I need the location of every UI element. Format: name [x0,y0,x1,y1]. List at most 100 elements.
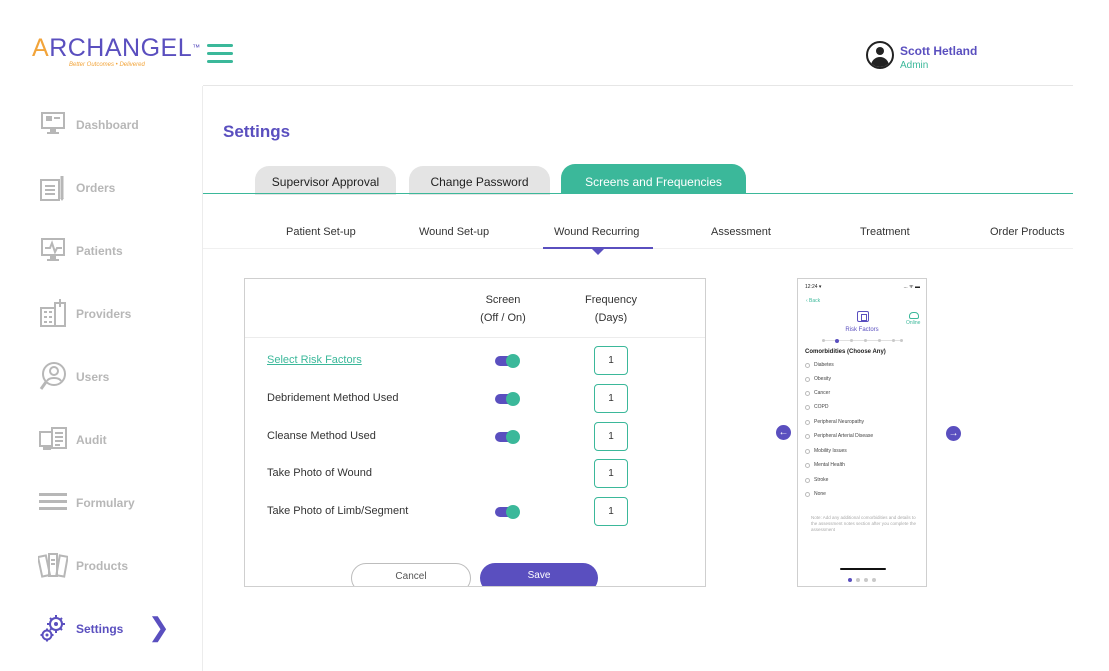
sidebar-item-audit[interactable]: Audit [0,418,203,468]
list-icon [39,493,67,510]
audit-icon [39,427,67,450]
sidebar-item-products[interactable]: Products [0,544,203,594]
phone-option: COPD [805,404,920,412]
tab-change-password[interactable]: Change Password [409,166,550,195]
next-arrow-icon[interactable]: → [946,426,961,441]
monitor-icon [41,112,65,134]
sidebar-item-label: Dashboard [76,118,139,132]
frequency-input[interactable]: 1 [594,497,628,526]
sidebar-item-providers[interactable]: Providers [0,292,203,342]
phone-status-icons: ... ᯤ ▬ [903,284,920,290]
preview-page-dots [848,578,880,582]
sidebar-item-users[interactable]: Users [0,355,203,405]
phone-screen-title: Risk Factors [845,327,879,333]
phone-option: Mobility Issues [805,448,920,456]
sidebar-item-label: Formulary [76,496,135,510]
screens-frequencies-panel: Screen (Off / On) Frequency (Days) Selec… [244,278,706,587]
frequency-input[interactable]: 1 [594,384,628,413]
previous-arrow-icon[interactable]: ← [776,425,791,440]
radio-icon [805,420,810,425]
user-name: Scott Hetland [900,44,978,58]
radio-icon [805,377,810,382]
phone-preview: 12:24 ▾ ... ᯤ ▬ ‹ Back Online Risk Facto… [797,278,927,587]
panel-header-divider [245,337,705,338]
gear-icon [40,615,65,642]
frequency-input[interactable]: 1 [594,346,628,375]
phone-home-indicator [840,568,886,570]
hamburger-menu-icon[interactable] [207,44,233,64]
subtab-treatment[interactable]: Treatment [860,226,910,238]
tab-bar-divider [203,193,1073,194]
app-header: ARCHANGEL™ Better Outcomes • Delivered S… [0,0,1109,86]
phone-option: Mental Health [805,462,920,470]
radio-icon [805,463,810,468]
radio-icon [805,449,810,454]
sidebar-item-label: Products [76,559,129,573]
logo-word: RCHANGEL [49,34,193,62]
screen-toggle[interactable] [495,354,520,368]
chevron-right-icon[interactable]: ❯ [148,614,170,640]
row-label: Cleanse Method Used [267,430,376,442]
subtab-order-products[interactable]: Order Products [990,226,1065,238]
phone-option: None [805,491,920,499]
sidebar-item-label: Audit [76,433,107,447]
phone-question-heading: Comorbidities (Choose Any) [805,349,886,355]
radio-icon [805,478,810,483]
radio-icon [805,405,810,410]
sidebar-item-orders[interactable]: Orders [0,166,203,216]
tab-supervisor-approval[interactable]: Supervisor Approval [255,166,396,195]
frequency-input[interactable]: 1 [594,422,628,451]
sidebar-item-label: Providers [76,307,132,321]
save-button[interactable]: Save [480,563,598,586]
phone-back-link: ‹ Back [806,298,821,304]
screen-toggle[interactable] [495,430,520,444]
cloud-icon [909,312,919,319]
logo-tagline: Better Outcomes • Delivered [69,62,145,68]
subtab-wound-recurring[interactable]: Wound Recurring [554,226,639,238]
sidebar-item-settings[interactable]: Settings ❯ [0,607,203,657]
sidebar-item-label: Orders [76,181,116,195]
row-label: Debridement Method Used [267,392,399,404]
user-icon [39,362,66,390]
logo-arc: A [32,34,50,62]
sidebar-item-label: Users [76,370,110,384]
column-header-frequency: Frequency (Days) [585,294,637,324]
sidebar: Dashboard Orders Patients Providers User… [0,86,203,671]
phone-note: Note: Add any additional comorbidities a… [811,515,917,532]
subtab-assessment[interactable]: Assessment [711,226,771,238]
tab-screens-and-frequencies[interactable]: Screens and Frequencies [561,164,746,194]
radio-icon [805,434,810,439]
sidebar-item-patients[interactable]: Patients [0,229,203,279]
phone-option: Stroke [805,477,920,485]
active-subtab-caret-icon [592,249,604,255]
cancel-button[interactable]: Cancel [351,563,471,586]
sidebar-item-formulary[interactable]: Formulary [0,481,203,531]
screen-toggle[interactable] [495,505,520,519]
logo-trademark: ™ [192,43,201,52]
user-role: Admin [900,60,929,71]
header-divider [203,85,1073,86]
avatar-icon [866,41,894,69]
row-label: Take Photo of Wound [267,467,372,479]
row-label: Take Photo of Limb/Segment [267,505,409,517]
phone-option: Peripheral Neuropathy [805,419,920,427]
phone-option: Peripheral Arterial Disease [805,433,920,441]
archangel-logo[interactable]: ARCHANGEL™ Better Outcomes • Delivered [32,34,200,76]
providers-icon [40,299,66,327]
tab-bar: Supervisor Approval Change Password Scre… [203,164,1073,195]
screen-toggle[interactable] [495,392,520,406]
sidebar-item-label: Patients [76,244,123,258]
phone-online-status: Online [906,320,921,326]
phone-option: Diabetes [805,362,920,370]
select-risk-factors-link[interactable]: Select Risk Factors [267,354,362,366]
subtab-wound-setup[interactable]: Wound Set-up [419,226,489,238]
column-header-screen: Screen (Off / On) [480,294,526,324]
medical-kit-icon [857,311,869,322]
sidebar-item-dashboard[interactable]: Dashboard [0,103,203,153]
page-title: Settings [223,122,291,141]
radio-icon [805,363,810,368]
user-profile[interactable]: Scott Hetland Admin [866,41,1006,71]
radio-icon [805,391,810,396]
frequency-input[interactable]: 1 [594,459,628,488]
subtab-patient-setup[interactable]: Patient Set-up [286,226,356,238]
